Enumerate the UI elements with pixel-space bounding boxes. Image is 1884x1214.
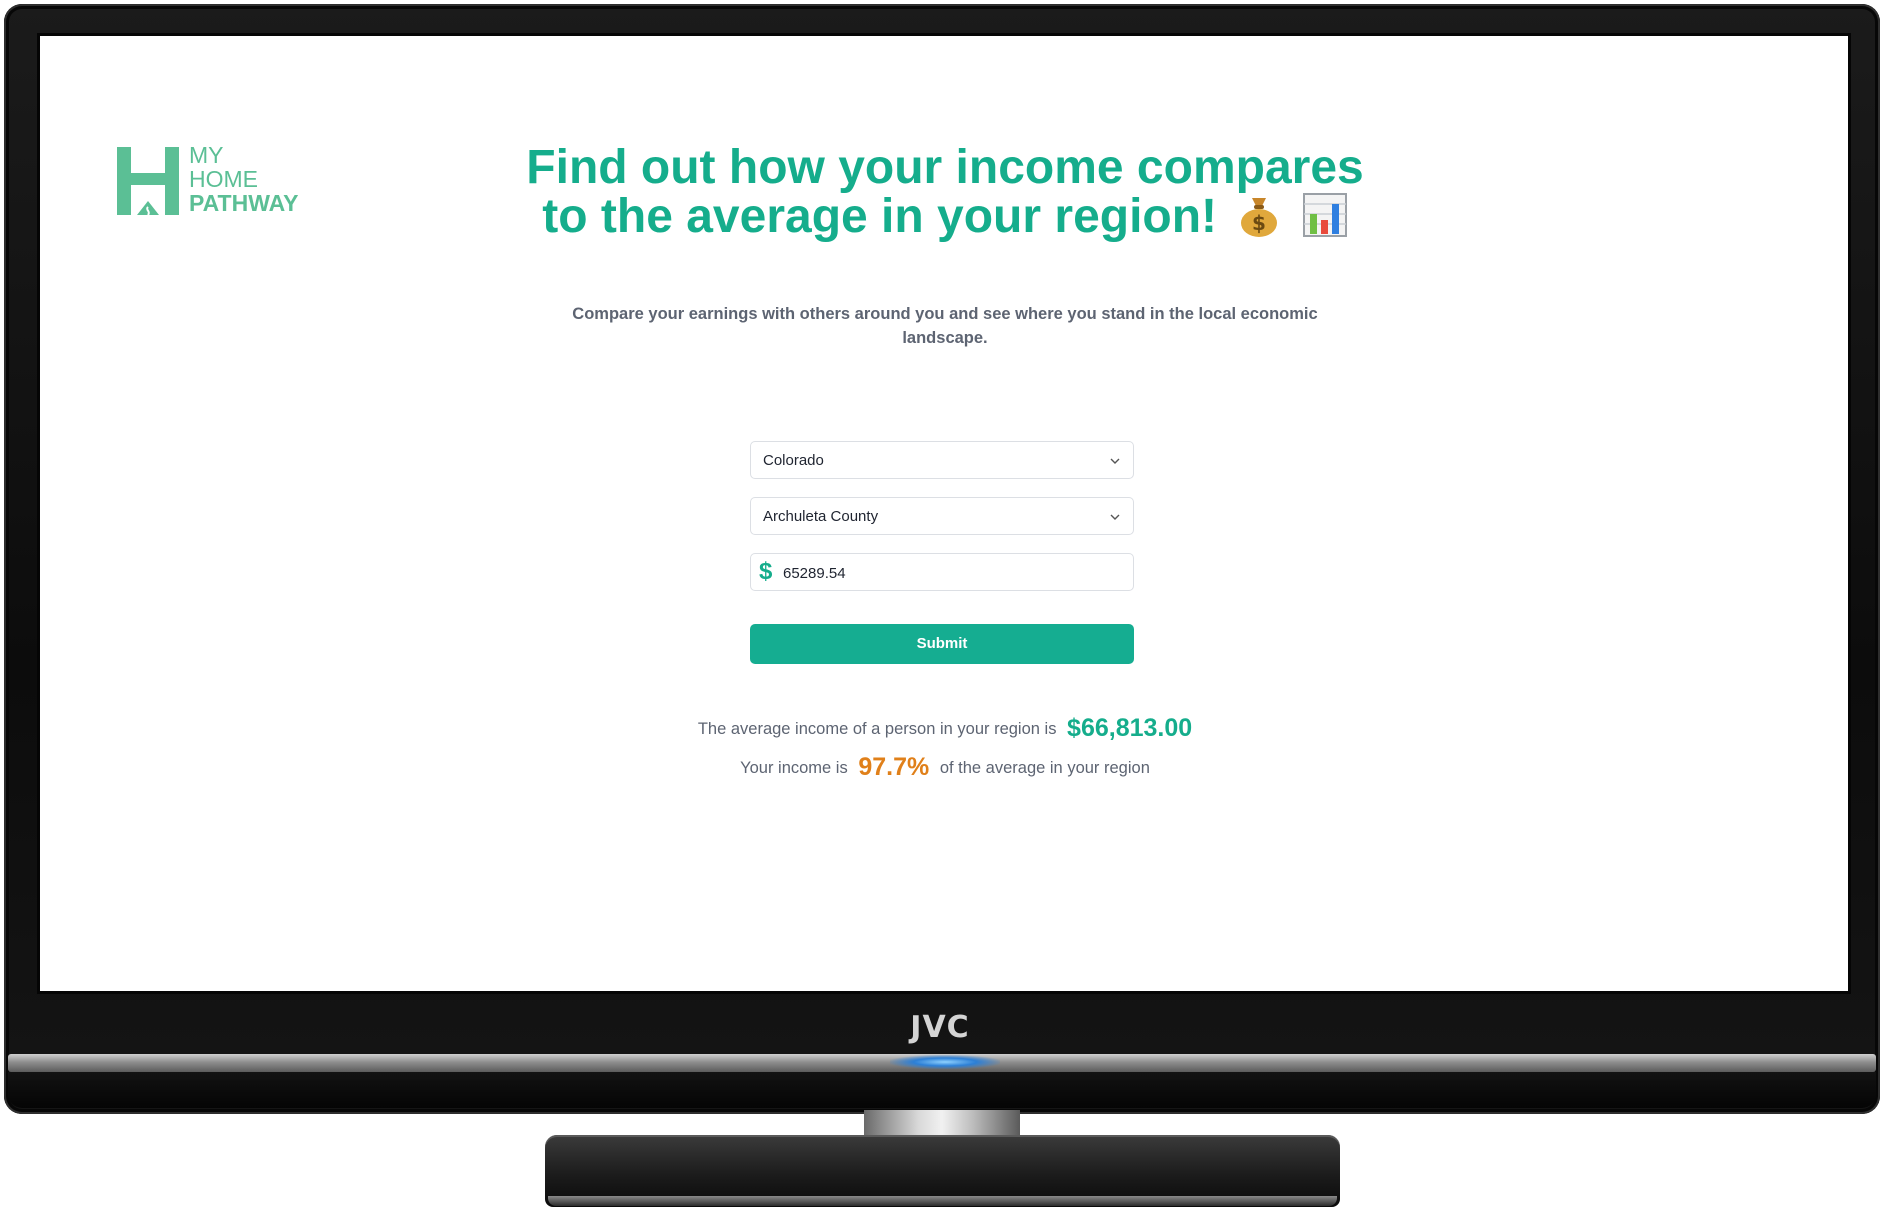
power-led-light <box>890 1055 1000 1069</box>
income-input[interactable]: $ 65289.54 <box>750 553 1134 591</box>
money-bag-icon: $ <box>1241 198 1278 237</box>
income-percentage-result: Your income is 97.7% of the average in y… <box>500 750 1390 785</box>
state-select[interactable]: Colorado <box>750 441 1134 479</box>
bar-chart-icon <box>1302 193 1347 237</box>
county-select[interactable]: Archuleta County <box>750 497 1134 535</box>
chevron-down-icon <box>1110 458 1120 464</box>
tv-brand-logo: JVC <box>910 1010 970 1045</box>
house-logo-icon <box>117 147 179 215</box>
chevron-down-icon <box>1110 514 1120 520</box>
page-subtitle: Compare your earnings with others around… <box>572 305 1318 347</box>
average-income-result: The average income of a person in your r… <box>500 711 1390 746</box>
submit-button[interactable]: Submit <box>750 624 1134 664</box>
income-percentage-suffix: of the average in your region <box>939 759 1150 777</box>
logo-line-3: PATHWAY <box>189 190 299 216</box>
county-select-value: Archuleta County <box>763 508 879 525</box>
site-logo[interactable]: MY HOME PATHWAY <box>117 143 317 221</box>
logo-line-1: MY <box>189 142 224 168</box>
tv-bezel-bottom <box>8 1072 1876 1108</box>
screen: MY HOME PATHWAY Find out how your income… <box>40 36 1848 991</box>
average-income-value: $66,813.00 <box>1067 714 1193 742</box>
dollar-icon: $ <box>759 558 773 585</box>
average-income-label: The average income of a person in your r… <box>697 720 1057 738</box>
svg-text:$: $ <box>1252 211 1266 235</box>
income-input-value: 65289.54 <box>783 565 846 582</box>
income-percentage-label: Your income is <box>740 759 848 777</box>
logo-wordmark: MY HOME PATHWAY <box>189 143 298 215</box>
logo-line-2: HOME <box>189 166 258 192</box>
state-select-value: Colorado <box>763 452 824 469</box>
page-title: Find out how your income compares to the… <box>500 144 1390 241</box>
tv-stand-base-edge <box>548 1196 1337 1206</box>
income-percentage-value: 97.7% <box>858 753 930 781</box>
